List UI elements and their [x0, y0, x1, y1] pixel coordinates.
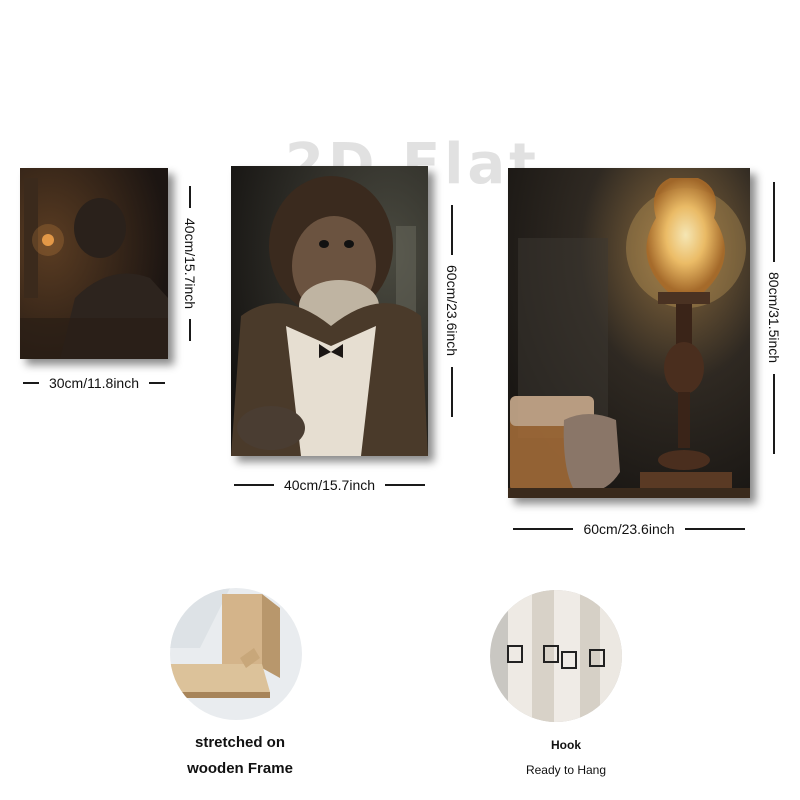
hook-caption-line1: Hook [551, 738, 581, 752]
large-width-label: 60cm/23.6inch [583, 521, 675, 537]
frame-caption-line1: stretched on [194, 734, 285, 751]
large-panel-art [508, 168, 750, 498]
large-width-dimension: 60cm/23.6inch [508, 521, 750, 537]
large-canvas-panel [508, 168, 750, 498]
small-height-label: 40cm/15.7inch [182, 217, 198, 310]
medium-canvas-panel [231, 166, 428, 456]
small-panel-art [20, 168, 168, 359]
hook-caption-line2: Ready to Hang [525, 763, 607, 777]
small-width-dimension: 30cm/11.8inch [20, 375, 168, 391]
small-canvas-panel [20, 168, 168, 359]
hook-photo [490, 590, 622, 722]
medium-height-label: 60cm/23.6inch [444, 265, 460, 357]
frame-caption-line2: wooden Frame [187, 760, 293, 777]
hook-icon [490, 590, 622, 722]
medium-width-dimension: 40cm/15.7inch [231, 477, 428, 493]
medium-panel-art [231, 166, 428, 456]
medium-width-label: 40cm/15.7inch [283, 477, 376, 493]
small-height-dimension: 40cm/15.7inch [178, 168, 202, 359]
large-height-dimension: 80cm/31.5inch [762, 138, 786, 498]
wooden-frame-icon [170, 588, 302, 720]
wooden-frame-photo [170, 588, 302, 720]
large-height-label: 80cm/31.5inch [766, 272, 782, 364]
hook-caption: Hook Ready to Hang [486, 736, 646, 786]
frame-caption: stretched on wooden Frame [160, 730, 320, 782]
small-width-label: 30cm/11.8inch [48, 375, 139, 391]
medium-height-dimension: 60cm/23.6inch [440, 166, 464, 456]
